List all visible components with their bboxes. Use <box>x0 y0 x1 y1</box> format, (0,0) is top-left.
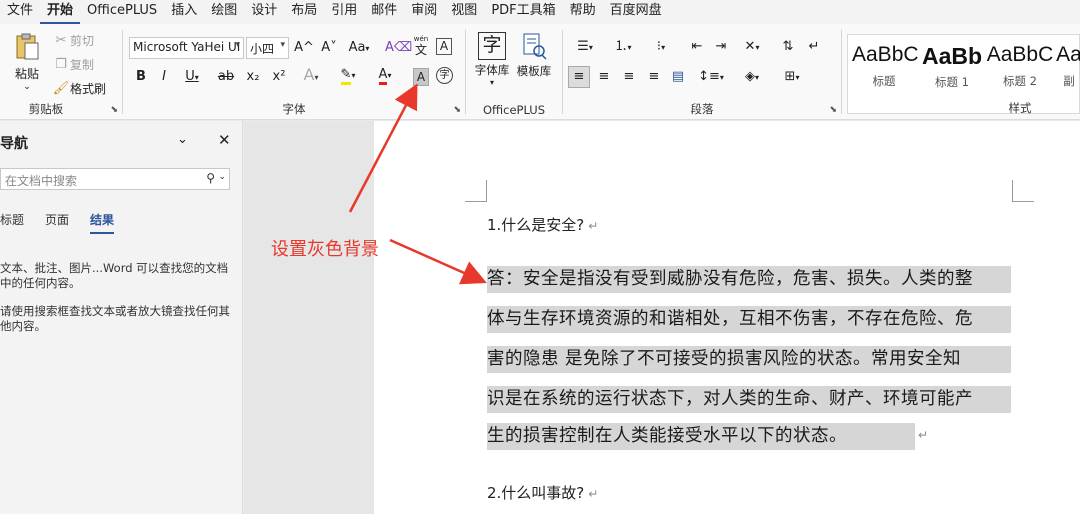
annotation-label: 设置灰色背景 <box>271 239 379 260</box>
annotation-arrows <box>348 83 487 285</box>
arrow-to-paragraph <box>389 238 487 285</box>
arrow-to-shading-button <box>348 83 418 213</box>
